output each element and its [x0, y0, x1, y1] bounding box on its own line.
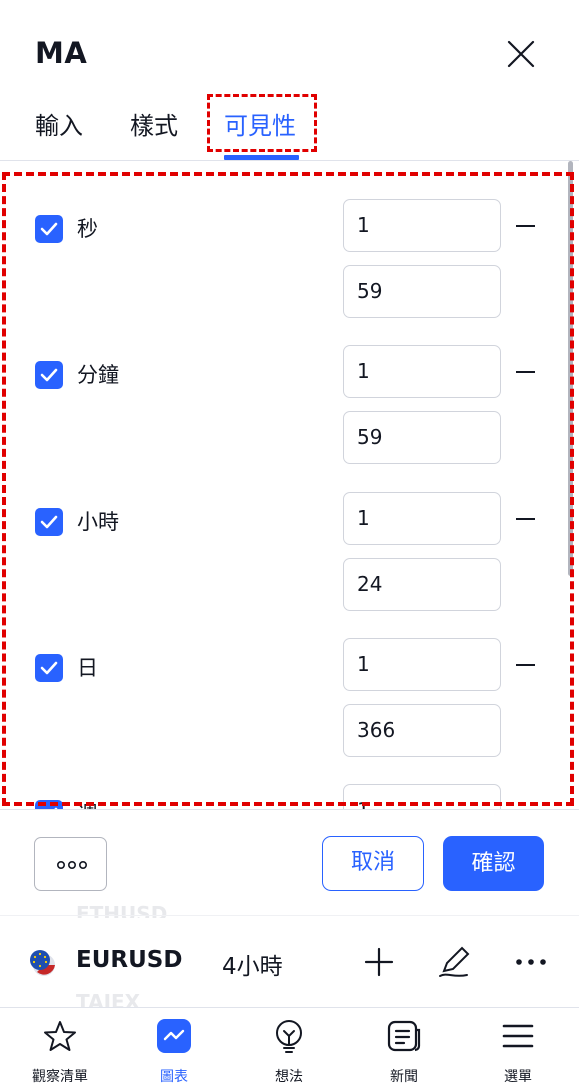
visibility-settings-list[interactable]: 秒 1 59 分鐘 1 59 小時 1 24 日 1 366 [0, 161, 579, 809]
add-icon[interactable] [363, 944, 395, 980]
weeks-from-input[interactable]: 1 [343, 784, 501, 809]
more-options-button[interactable] [34, 837, 107, 891]
nav-label: 新聞 [390, 1069, 418, 1085]
bottom-navigation: 觀察清單 圖表 想法 新聞 選單 [0, 1007, 579, 1092]
confirm-button[interactable]: 確認 [443, 836, 544, 891]
seconds-from-input[interactable]: 1 [343, 199, 501, 252]
nav-item-ideas[interactable]: 想法 [239, 1008, 339, 1092]
tab-bar: 輸入 樣式 可見性 [0, 98, 579, 160]
interval-label[interactable]: 4小時 [222, 947, 283, 981]
days-label: 日 [77, 656, 98, 680]
visibility-row-days: 日 1 366 [0, 638, 579, 784]
range-dash [516, 518, 535, 520]
minutes-label: 分鐘 [77, 363, 119, 387]
cancel-button[interactable]: 取消 [322, 836, 424, 891]
nav-item-menu[interactable]: 選單 [468, 1008, 568, 1092]
menu-icon [502, 1024, 534, 1048]
hours-label: 小時 [77, 510, 119, 534]
close-button[interactable] [505, 38, 537, 70]
eur-usd-flag-icon [30, 950, 55, 976]
range-dash [516, 664, 535, 666]
range-dash [516, 225, 535, 227]
lightbulb-icon [276, 1020, 302, 1053]
symbol-toolbar: EURUSD 4小時 [0, 930, 579, 994]
tab-inputs[interactable]: 輸入 [35, 106, 83, 141]
checkmark-icon [40, 222, 58, 236]
hours-to-input[interactable]: 24 [343, 558, 501, 611]
nav-item-news[interactable]: 新聞 [354, 1008, 454, 1092]
minutes-from-input[interactable]: 1 [343, 345, 501, 398]
visibility-row-hours: 小時 1 24 [0, 492, 579, 638]
nav-item-watchlist[interactable]: 觀察清單 [10, 1008, 110, 1092]
visibility-row-minutes: 分鐘 1 59 [0, 345, 579, 491]
weeks-checkbox[interactable] [35, 800, 63, 809]
visibility-row-weeks: 週 1 [0, 784, 579, 809]
checkmark-icon [40, 368, 58, 382]
seconds-checkbox[interactable] [35, 215, 63, 243]
days-to-input[interactable]: 366 [343, 704, 501, 757]
range-dash [516, 371, 535, 373]
seconds-label: 秒 [77, 217, 98, 241]
weeks-label: 週 [77, 798, 98, 809]
days-checkbox[interactable] [35, 654, 63, 682]
checkmark-icon [40, 661, 58, 675]
star-icon [44, 1021, 76, 1051]
more-dots-icon [56, 860, 87, 870]
minutes-to-input[interactable]: 59 [343, 411, 501, 464]
minutes-checkbox[interactable] [35, 361, 63, 389]
dialog-header: MA 輸入 樣式 可見性 [0, 0, 579, 160]
nav-label: 選單 [504, 1069, 532, 1085]
nav-label: 圖表 [160, 1069, 188, 1085]
hours-checkbox[interactable] [35, 508, 63, 536]
nav-label: 想法 [275, 1069, 303, 1085]
more-horizontal-icon[interactable] [514, 944, 548, 980]
scrollbar[interactable] [568, 161, 573, 576]
days-from-input[interactable]: 1 [343, 638, 501, 691]
close-icon [507, 40, 535, 68]
draw-pen-icon[interactable] [437, 944, 473, 980]
news-icon [387, 1020, 421, 1052]
visibility-row-seconds: 秒 1 59 [0, 199, 579, 345]
nav-item-chart[interactable]: 圖表 [124, 1008, 224, 1092]
tab-style[interactable]: 樣式 [130, 106, 178, 141]
dialog-title: MA [35, 36, 88, 70]
symbol-label[interactable]: EURUSD [76, 947, 182, 973]
hours-from-input[interactable]: 1 [343, 492, 501, 545]
footer-divider [0, 809, 579, 810]
checkmark-icon [40, 515, 58, 529]
sheet-edge [0, 915, 579, 916]
nav-label: 觀察清單 [32, 1069, 88, 1085]
tab-visibility[interactable]: 可見性 [224, 106, 296, 141]
seconds-to-input[interactable]: 59 [343, 265, 501, 318]
chart-icon [157, 1019, 191, 1053]
